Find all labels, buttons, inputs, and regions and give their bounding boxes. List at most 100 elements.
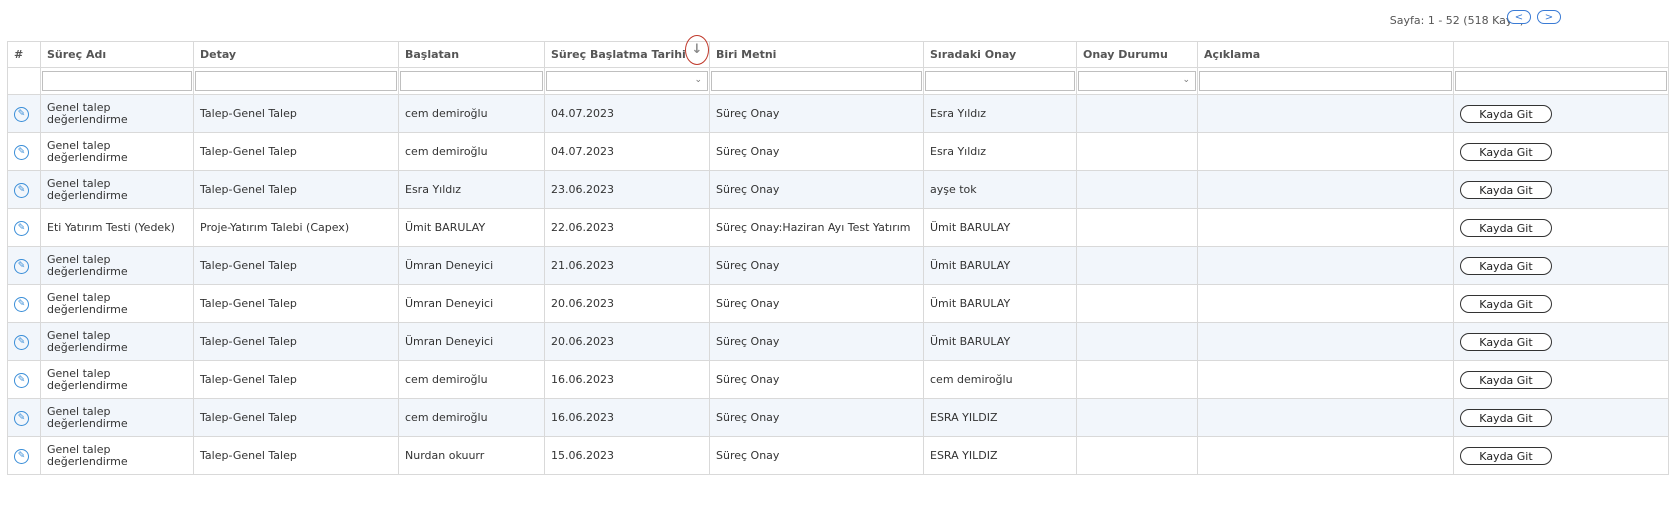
kayda-git-button[interactable]: Kayda Git [1460,142,1552,161]
filter-detay-cell [193,67,399,95]
filter-aciklama-input[interactable] [1199,71,1452,91]
table-row[interactable]: ✎ Genel talep değerlendirme Talep-Genel Ta… [7,170,1669,209]
cell-biri-metni: Süreç Onay [709,284,924,323]
edit-icon[interactable]: ✎ [14,410,29,426]
kayda-git-button[interactable]: Kayda Git [1460,446,1552,465]
filter-tarih-select[interactable]: ⌄ [546,71,708,91]
cell-surec-adi-text: Genel talep değerlendirme [47,176,128,202]
col-index: # [7,41,41,68]
kayda-git-button[interactable]: Kayda Git [1460,180,1552,199]
cell-onay-durumu [1076,94,1198,133]
cell-siradaki-onay: Ümit BARULAY [923,208,1077,247]
cell-detay-text: Talep-Genel Talep [200,449,297,462]
cell-detay-text: Talep-Genel Talep [200,411,297,424]
filter-actions-input[interactable] [1455,71,1667,91]
pager-buttons: < > [1507,10,1561,24]
cell-siradaki-onay-text: ESRA YILDIZ [930,449,998,462]
kayda-git-button[interactable]: Kayda Git [1460,408,1552,427]
kayda-git-button[interactable]: Kayda Git [1460,332,1552,351]
cell-aciklama [1197,398,1454,437]
col-tarih-label: Süreç Başlatma Tarihi [551,48,686,61]
kayda-git-button[interactable]: Kayda Git [1460,218,1552,237]
table-row[interactable]: ✎ Genel talep değerlendirme Talep-Genel Ta… [7,322,1669,361]
edit-icon[interactable]: ✎ [14,296,29,312]
filter-durum-select[interactable]: ⌄ [1078,71,1196,91]
cell-baslatan-text: Ümran Deneyici [405,297,494,310]
cell-baslatan-text: cem demiroğlu [405,373,488,386]
table-row[interactable]: ✎ Genel talep değerlendirme Talep-Genel Ta… [7,246,1669,285]
cell-baslatan-text: Ümran Deneyici [405,335,494,348]
cell-biri-metni-text: Süreç Onay [716,183,780,196]
table-row[interactable]: ✎ Genel talep değerlendirme Talep-Genel Ta… [7,436,1669,475]
cell-tarih: 16.06.2023 [544,360,710,399]
cell-siradaki-onay-text: Esra Yıldız [930,107,987,120]
table-row[interactable]: ✎ Genel talep değerlendirme Talep-Genel Ta… [7,284,1669,323]
cell-tarih-text: 04.07.2023 [551,107,614,120]
cell-baslatan: Ümit BARULAY [398,208,545,247]
cell-surec-adi: Genel talep değerlendirme [40,436,194,475]
cell-biri-metni-text: Süreç Onay:Haziran Ayı Test Yatırım [716,221,911,234]
col-detay[interactable]: Detay [193,41,399,68]
filter-baslatan-cell [398,67,545,95]
edit-cell: ✎ [7,170,41,209]
cell-detay: Talep-Genel Talep [193,284,399,323]
pager-info: Sayfa: 1 - 52 (518 Kayıt) [1389,14,1524,27]
edit-cell: ✎ [7,132,41,171]
action-cell: Kayda Git [1453,246,1669,285]
filter-siradaki-input[interactable] [925,71,1075,91]
next-page-button[interactable]: > [1537,10,1561,24]
action-cell: Kayda Git [1453,284,1669,323]
col-surec-baslatma-tarihi[interactable]: Süreç Başlatma Tarihi ↓ [544,35,710,68]
col-biri-metni[interactable]: Biri Metni [709,41,924,68]
filter-metin-input[interactable] [711,71,922,91]
cell-siradaki-onay-text: Ümit BARULAY [930,259,1011,272]
col-baslatan[interactable]: Başlatan [398,41,545,68]
filter-detay-input[interactable] [195,71,397,91]
edit-cell: ✎ [7,398,41,437]
cell-baslatan: Ümran Deneyici [398,246,545,285]
edit-cell: ✎ [7,284,41,323]
table-row[interactable]: ✎ Genel talep değerlendirme Talep-Genel Ta… [7,398,1669,437]
cell-tarih-text: 20.06.2023 [551,335,614,348]
edit-icon[interactable]: ✎ [14,182,29,198]
cell-biri-metni-text: Süreç Onay [716,411,780,424]
col-surec-adi[interactable]: Süreç Adı [40,41,194,68]
table-row[interactable]: ✎ Genel talep değerlendirme Talep-Genel Ta… [7,360,1669,399]
cell-surec-adi: Genel talep değerlendirme [40,398,194,437]
edit-icon[interactable]: ✎ [14,258,29,274]
cell-biri-metni-text: Süreç Onay [716,297,780,310]
edit-icon[interactable]: ✎ [14,220,29,236]
col-aciklama[interactable]: Açıklama [1197,41,1454,68]
edit-icon[interactable]: ✎ [14,372,29,388]
edit-cell: ✎ [7,246,41,285]
edit-icon[interactable]: ✎ [14,448,29,464]
col-siradaki-onay[interactable]: Sıradaki Onay [923,41,1077,68]
edit-icon[interactable]: ✎ [14,334,29,350]
cell-tarih: 04.07.2023 [544,94,710,133]
filter-tarih-cell: ⌄ [544,67,710,95]
filter-row: ⌄ ⌄ [7,67,1669,95]
action-cell: Kayda Git [1453,208,1669,247]
table-row[interactable]: ✎ Genel talep değerlendirme Talep-Genel Ta… [7,94,1669,133]
cell-siradaki-onay-text: Esra Yıldız [930,145,987,158]
cell-siradaki-onay: Ümit BARULAY [923,322,1077,361]
filter-baslatan-input[interactable] [400,71,543,91]
sort-down-icon[interactable]: ↓ [685,35,709,65]
filter-surec-adi-input[interactable] [42,71,192,91]
cell-baslatan-text: cem demiroğlu [405,145,488,158]
cell-onay-durumu [1076,398,1198,437]
edit-icon[interactable]: ✎ [14,144,29,160]
table-row[interactable]: ✎ Eti Yatırım Testi (Yedek) Proje-Yatırım … [7,208,1669,247]
col-onay-durumu[interactable]: Onay Durumu [1076,41,1198,68]
kayda-git-button[interactable]: Kayda Git [1460,256,1552,275]
kayda-git-button[interactable]: Kayda Git [1460,370,1552,389]
kayda-git-button[interactable]: Kayda Git [1460,294,1552,313]
cell-siradaki-onay: ayşe tok [923,170,1077,209]
kayda-git-button[interactable]: Kayda Git [1460,104,1552,123]
cell-surec-adi-text: Genel talep değerlendirme [47,404,128,430]
edit-icon[interactable]: ✎ [14,106,29,122]
cell-siradaki-onay: Ümit BARULAY [923,284,1077,323]
prev-page-button[interactable]: < [1507,10,1531,24]
table-row[interactable]: ✎ Genel talep değerlendirme Talep-Genel Ta… [7,132,1669,171]
sort-wrapper: Süreç Başlatma Tarihi ↓ [551,35,709,65]
